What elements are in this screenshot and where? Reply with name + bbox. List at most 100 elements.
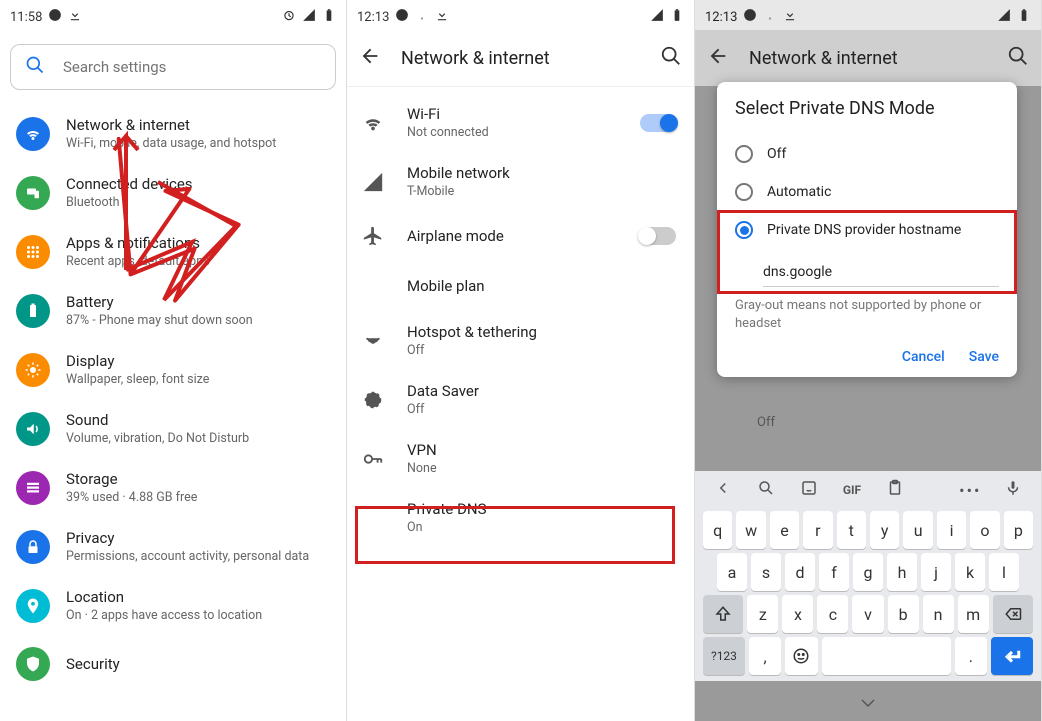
row-wifi[interactable]: Wi-FiNot connected: [347, 93, 694, 152]
search-settings[interactable]: [10, 44, 336, 90]
key-k[interactable]: k: [955, 553, 985, 591]
row-data-saver[interactable]: Data SaverOff: [347, 370, 694, 429]
row-title: Location: [66, 588, 262, 606]
key-space[interactable]: [822, 637, 951, 675]
status-bar: 12:13: [347, 0, 694, 30]
signal-icon: [361, 171, 385, 193]
key-r[interactable]: r: [803, 511, 832, 549]
key-f[interactable]: f: [819, 553, 849, 591]
radio-off[interactable]: Off: [735, 135, 999, 173]
key-q[interactable]: q: [703, 511, 732, 549]
key-b[interactable]: b: [888, 595, 919, 633]
key-n[interactable]: n: [923, 595, 954, 633]
clipboard-icon[interactable]: [882, 479, 909, 501]
key-j[interactable]: j: [921, 553, 951, 591]
radio-automatic[interactable]: Automatic: [735, 173, 999, 211]
row-private-dns[interactable]: Private DNSOn: [347, 488, 694, 547]
key-backspace[interactable]: [993, 595, 1033, 633]
key-emoji[interactable]: [785, 637, 817, 675]
key-p[interactable]: p: [1004, 511, 1033, 549]
radio-hostname[interactable]: Private DNS provider hostname: [735, 211, 999, 249]
key-symbols[interactable]: ?123: [703, 637, 745, 675]
dialog-title: Select Private DNS Mode: [735, 98, 999, 119]
key-d[interactable]: d: [785, 553, 815, 591]
gif-button[interactable]: GIF: [838, 483, 865, 497]
row-sound[interactable]: SoundVolume, vibration, Do Not Disturb: [0, 399, 346, 458]
row-mobile-plan[interactable]: Mobile plan: [347, 261, 694, 311]
row-airplane-mode[interactable]: Airplane mode: [347, 211, 694, 261]
row-display[interactable]: DisplayWallpaper, sleep, font size: [0, 340, 346, 399]
keyboard-search-icon[interactable]: [752, 479, 779, 501]
row-hotspot[interactable]: Hotspot & tetheringOff: [347, 311, 694, 370]
row-title: Storage: [66, 470, 197, 488]
mic-icon[interactable]: [1000, 479, 1027, 501]
key-i[interactable]: i: [937, 511, 966, 549]
behind-sub: Off: [757, 415, 775, 430]
key-l[interactable]: l: [989, 553, 1019, 591]
key-shift[interactable]: [703, 595, 743, 633]
row-title: Privacy: [66, 529, 309, 547]
dns-hostname-input[interactable]: [763, 264, 999, 280]
key-z[interactable]: z: [747, 595, 778, 633]
key-h[interactable]: h: [887, 553, 917, 591]
key-m[interactable]: m: [958, 595, 989, 633]
signal-icon: [997, 8, 1011, 26]
sticker-icon[interactable]: [795, 479, 822, 501]
key-t[interactable]: t: [837, 511, 866, 549]
keyboard-row-1: q w e r t y u i o p: [699, 509, 1037, 551]
search-input[interactable]: [63, 58, 321, 76]
row-mobile-network[interactable]: Mobile networkT-Mobile: [347, 152, 694, 211]
wifi-icon: [16, 117, 50, 151]
search-button[interactable]: [1007, 45, 1029, 71]
key-comma[interactable]: ,: [749, 637, 781, 675]
battery-icon: [16, 294, 50, 328]
row-privacy[interactable]: PrivacyPermissions, account activity, pe…: [0, 517, 346, 576]
clock: 12:13: [705, 10, 737, 25]
search-button[interactable]: [660, 45, 682, 71]
row-connected-devices[interactable]: Connected devicesBluetooth: [0, 163, 346, 222]
row-sub: Bluetooth: [66, 195, 193, 210]
app-bar: Network & internet: [347, 30, 694, 86]
dns-hostname-field[interactable]: [763, 255, 999, 287]
back-button[interactable]: [359, 45, 381, 71]
signal-icon: [302, 8, 316, 26]
key-x[interactable]: x: [782, 595, 813, 633]
key-v[interactable]: v: [852, 595, 883, 633]
row-security[interactable]: Security: [0, 635, 346, 693]
row-sub: Recent apps, default apps: [66, 254, 210, 269]
page-title: Network & internet: [401, 48, 640, 69]
airplane-toggle[interactable]: [640, 227, 676, 245]
key-u[interactable]: u: [903, 511, 932, 549]
row-battery[interactable]: Battery87% - Phone may shut down soon: [0, 281, 346, 340]
key-c[interactable]: c: [817, 595, 848, 633]
key-period[interactable]: .: [955, 637, 987, 675]
wifi-toggle[interactable]: [640, 114, 676, 132]
location-icon: [16, 589, 50, 623]
key-o[interactable]: o: [970, 511, 999, 549]
key-y[interactable]: y: [870, 511, 899, 549]
collapse-keyboard-button[interactable]: [709, 479, 736, 501]
more-icon[interactable]: •••: [957, 481, 984, 500]
row-network-internet[interactable]: Network & internetWi-Fi, mobile, data us…: [0, 104, 346, 163]
key-enter[interactable]: [991, 637, 1033, 675]
hide-keyboard-icon[interactable]: [859, 694, 877, 713]
row-vpn[interactable]: VPNNone: [347, 429, 694, 488]
row-storage[interactable]: Storage 39% used · 4.88 GB free: [0, 458, 346, 517]
row-sub: Volume, vibration, Do Not Disturb: [66, 431, 249, 446]
brightness-icon: [16, 353, 50, 387]
key-g[interactable]: g: [853, 553, 883, 591]
download-icon: [783, 8, 797, 26]
cancel-button[interactable]: Cancel: [902, 349, 945, 365]
hotspot-icon: [361, 330, 385, 352]
key-a[interactable]: a: [717, 553, 747, 591]
key-s[interactable]: s: [751, 553, 781, 591]
page-title: Network & internet: [749, 48, 987, 69]
wifi-off-icon: [415, 8, 429, 26]
save-button[interactable]: Save: [969, 349, 999, 365]
row-location[interactable]: LocationOn · 2 apps have access to locat…: [0, 576, 346, 635]
key-w[interactable]: w: [736, 511, 765, 549]
row-sub: 39% used · 4.88 GB free: [66, 490, 197, 505]
row-apps-notifications[interactable]: Apps & notificationsRecent apps, default…: [0, 222, 346, 281]
key-e[interactable]: e: [770, 511, 799, 549]
back-button[interactable]: [707, 45, 729, 71]
